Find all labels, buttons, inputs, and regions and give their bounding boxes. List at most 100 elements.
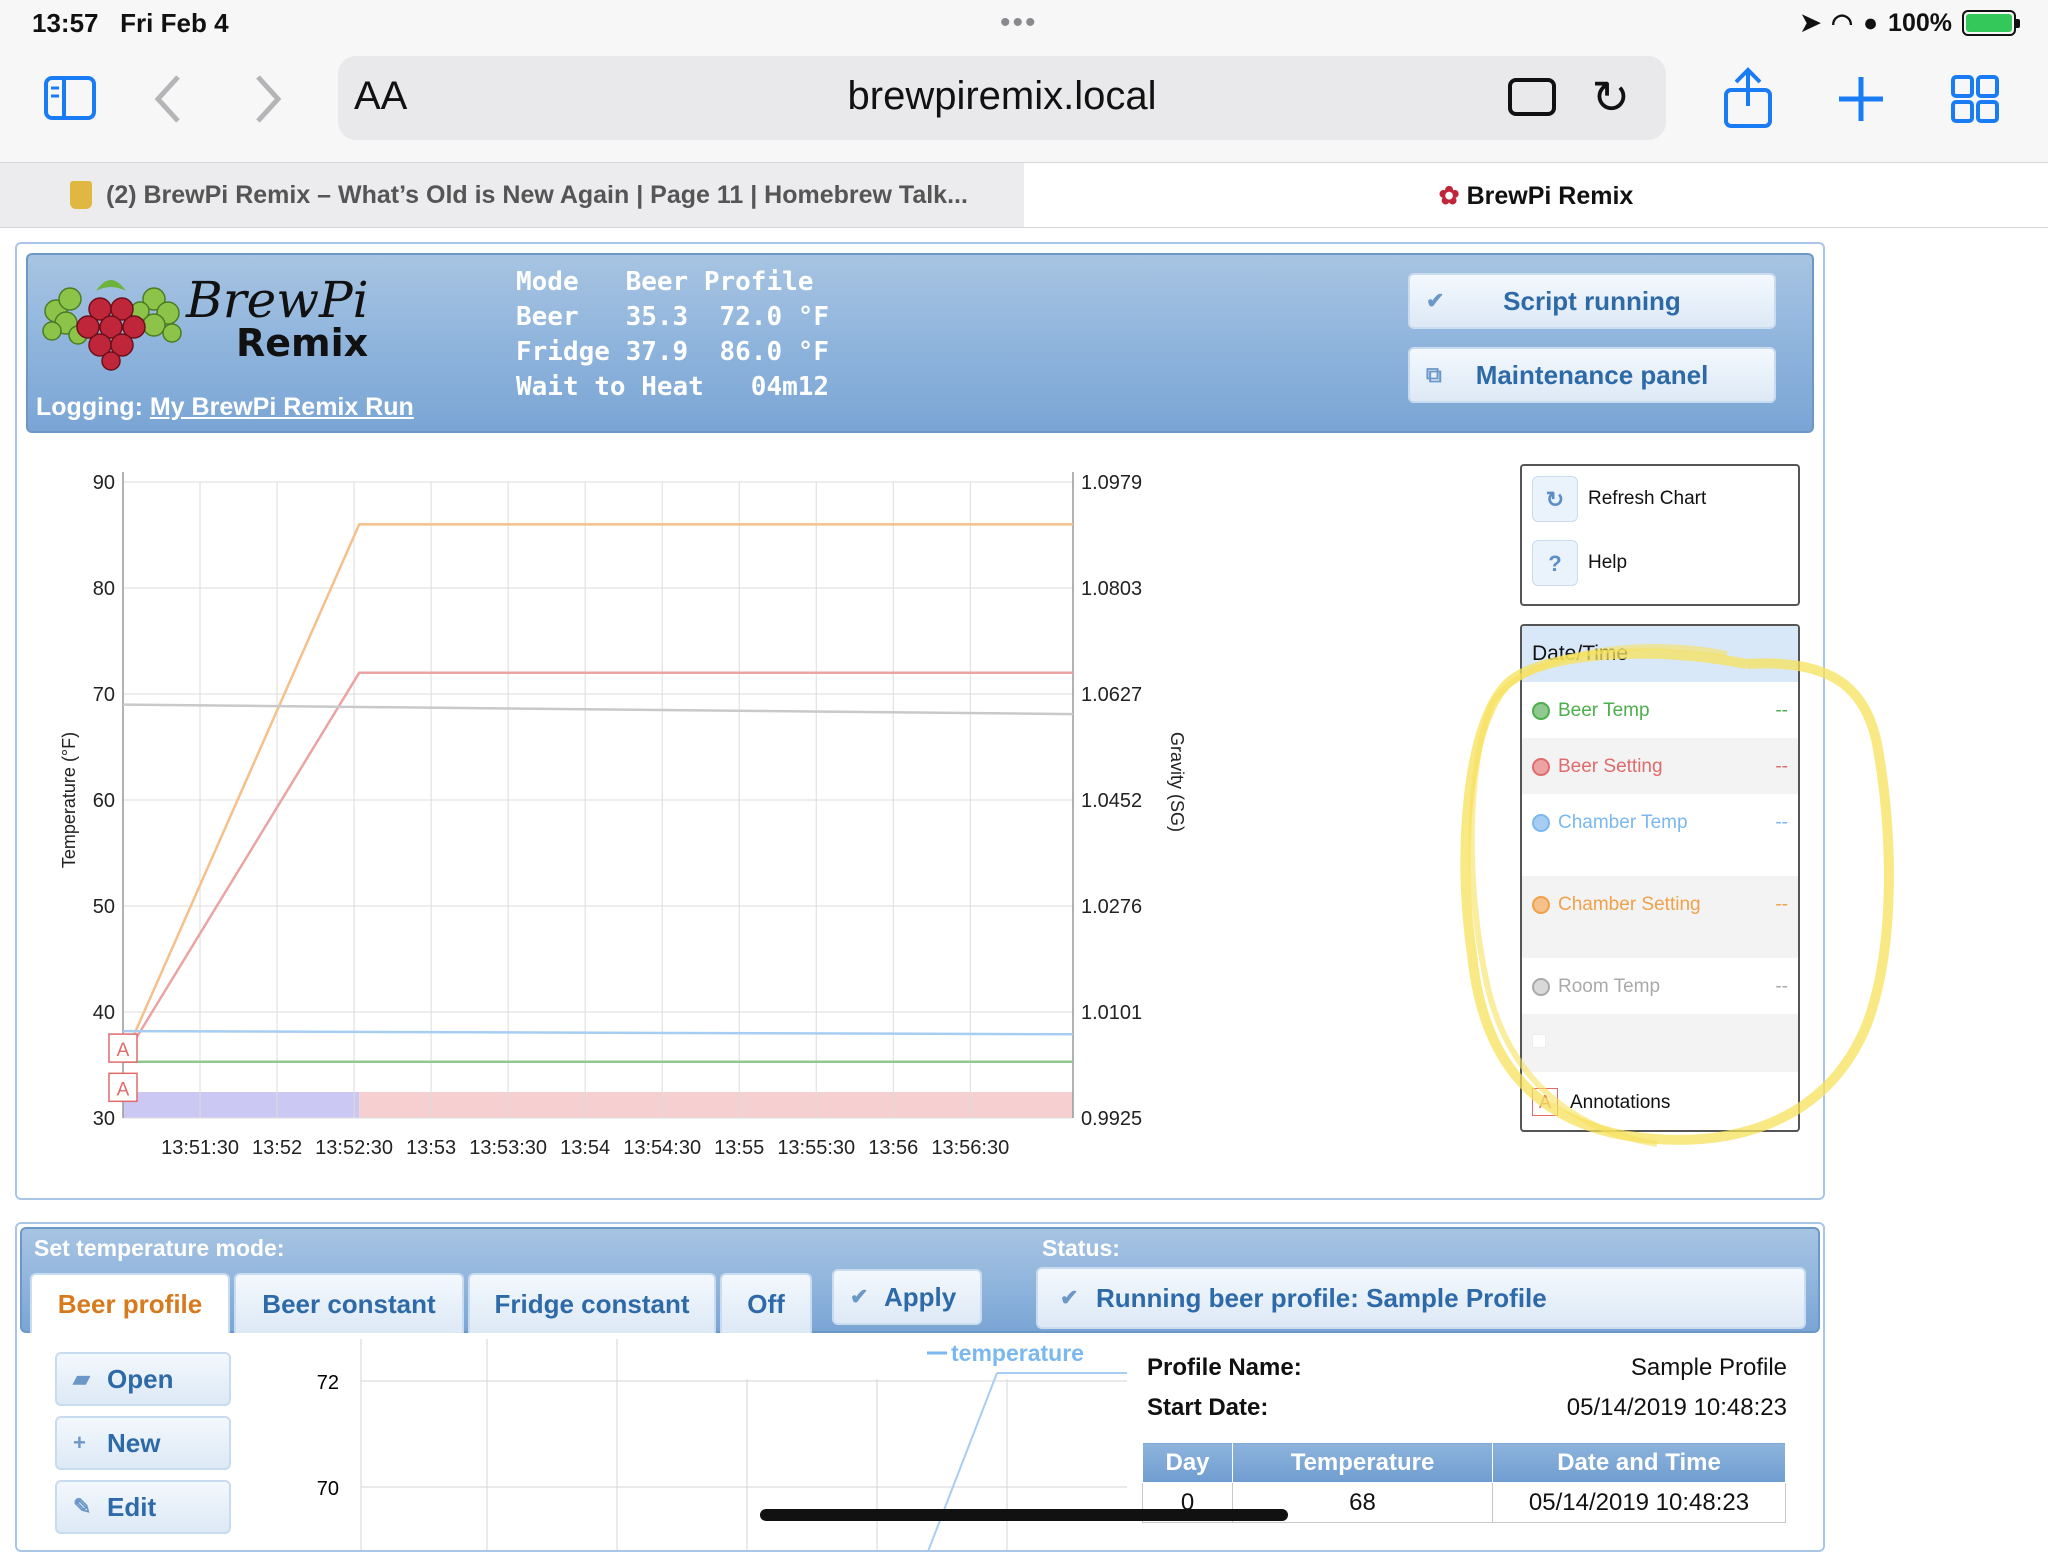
wrench-icon: ✎ — [73, 1494, 92, 1519]
address-bar[interactable]: AA brewpiremix.local ↻ — [338, 56, 1666, 140]
start-date: 05/14/2019 10:48:23 — [1566, 1394, 1787, 1421]
location-icon: ➤ — [1800, 9, 1822, 37]
legend-item-room-temp[interactable]: Room Temp -- — [1522, 958, 1798, 1014]
series-dot-icon — [1532, 758, 1550, 776]
url-text[interactable]: brewpiremix.local — [338, 74, 1666, 119]
ios-status-bar: 13:57 Fri Feb 4 ••• ➤ ◠ ● 100% — [0, 0, 2048, 50]
y-tick-label: 80 — [93, 578, 115, 600]
set-mode-label: Set temperature mode: — [34, 1235, 285, 1261]
series-dot-icon — [1532, 978, 1550, 996]
y-tick-label: 50 — [93, 896, 115, 918]
profile-y-tick: 72 — [317, 1372, 339, 1394]
refresh-chart-button[interactable]: ↻ Refresh Chart — [1532, 476, 1706, 522]
legend-item-empty — [1522, 1014, 1798, 1072]
window-icon: ⧉ — [1426, 362, 1442, 387]
tab-homebrew-talk[interactable]: (2) BrewPi Remix – What’s Old is New Aga… — [0, 163, 1024, 227]
help-button[interactable]: ? Help — [1532, 540, 1627, 586]
battery-percent: 100% — [1888, 8, 1952, 37]
beer-favicon-icon — [70, 181, 92, 209]
mode-bar: Set temperature mode: Status: Beer profi… — [20, 1227, 1820, 1333]
legend-item-annotations[interactable]: A Annotations — [1522, 1072, 1798, 1130]
x-tick-label: 13:52:30 — [315, 1137, 393, 1159]
status-label: Status: — [1042, 1235, 1120, 1261]
check-icon: ✔ — [1060, 1285, 1079, 1310]
x-tick-label: 13:53:30 — [469, 1137, 547, 1159]
y2-tick-label: 1.0803 — [1081, 578, 1142, 600]
tab-beer-profile[interactable]: Beer profile — [30, 1273, 230, 1333]
series-line-room-temp — [122, 703, 1074, 716]
annotation-marker-icon: A — [1532, 1088, 1558, 1116]
new-tab-icon[interactable] — [1836, 74, 1886, 124]
checkbox-icon[interactable] — [1532, 1034, 1546, 1048]
tab-overview-icon[interactable] — [1950, 74, 2000, 124]
apply-button[interactable]: ✔ Apply — [832, 1269, 982, 1325]
annotation-marker: A — [108, 1033, 138, 1063]
tab-beer-constant[interactable]: Beer constant — [234, 1273, 464, 1333]
script-running-button[interactable]: ✔ Script running — [1408, 273, 1776, 329]
check-icon: ✔ — [850, 1284, 869, 1309]
legend-datetime: Date/Time — [1522, 626, 1798, 682]
legend-item-beer-temp[interactable]: Beer Temp -- — [1522, 682, 1798, 738]
x-tick-label: 13:55:30 — [777, 1137, 855, 1159]
tab-title: (2) BrewPi Remix – What’s Old is New Aga… — [106, 181, 968, 209]
y-tick-label: 30 — [93, 1108, 115, 1130]
reload-icon[interactable]: ↻ — [1591, 70, 1630, 124]
brewpi-header: BrewPi Remix Logging: My BrewPi Remix Ru… — [26, 253, 1814, 433]
lcd-display: Mode Beer Profile Beer 35.3 72.0 °F Fridge… — [516, 265, 829, 405]
y2-tick-label: 1.0452 — [1081, 790, 1142, 812]
y2-tick-label: 1.0276 — [1081, 896, 1142, 918]
tab-brewpi-remix[interactable]: ✿ BrewPi Remix — [1024, 163, 2048, 227]
start-date-label: Start Date: — [1147, 1394, 1269, 1421]
extension-icon[interactable] — [1508, 78, 1556, 116]
multitasking-dots-icon[interactable]: ••• — [1000, 6, 1038, 40]
status-indicators: ➤ ◠ ● 100% — [1800, 8, 2020, 38]
annotation-label: A — [117, 1040, 130, 1061]
state-band — [359, 1092, 1074, 1118]
profile-info: Profile Name: Sample Profile Start Date: 0… — [1147, 1354, 1797, 1434]
back-icon[interactable] — [152, 74, 182, 124]
logging-link[interactable]: My BrewPi Remix Run — [150, 393, 414, 421]
legend-item-beer-setting[interactable]: Beer Setting -- — [1522, 738, 1798, 794]
x-tick-label: 13:54:30 — [623, 1137, 701, 1159]
y2-axis-title: Gravity (SG) — [1167, 732, 1187, 832]
wifi-icon: ◠ — [1831, 9, 1853, 37]
folder-icon: ▰ — [73, 1366, 90, 1391]
legend-item-chamber-setting[interactable]: Chamber Setting -- — [1522, 876, 1798, 958]
y2-tick-label: 1.0101 — [1081, 1002, 1142, 1024]
x-tick-label: 13:56:30 — [931, 1137, 1009, 1159]
forward-icon[interactable] — [254, 74, 284, 124]
edit-profile-button[interactable]: ✎ Edit — [55, 1480, 231, 1534]
control-panel: Set temperature mode: Status: Beer profi… — [15, 1222, 1825, 1552]
tab-fridge-constant[interactable]: Fridge constant — [468, 1273, 716, 1333]
lcd-line: Mode Beer Profile — [516, 267, 814, 297]
x-tick-label: 13:53 — [406, 1137, 456, 1159]
lcd-line: Fridge 37.9 86.0 °F — [516, 337, 830, 367]
table-cell: 05/14/2019 10:48:23 — [1492, 1482, 1786, 1523]
web-page: BrewPi Remix Logging: My BrewPi Remix Ru… — [0, 229, 2048, 1552]
tab-off[interactable]: Off — [720, 1273, 812, 1333]
help-icon: ? — [1532, 540, 1578, 586]
status-time: 13:57 Fri Feb 4 — [32, 8, 229, 38]
raspberry-favicon-icon: ✿ — [1438, 182, 1460, 210]
y-tick-label: 60 — [93, 790, 115, 812]
status-message: ✔ Running beer profile: Sample Profile — [1036, 1267, 1806, 1329]
logging-info: Logging: My BrewPi Remix Run — [36, 393, 414, 421]
y-tick-label: 90 — [93, 472, 115, 494]
state-band — [123, 1092, 360, 1118]
y-axis-title: Temperature (°F) — [59, 732, 79, 868]
plus-icon: + — [73, 1430, 86, 1455]
y2-tick-label: 1.0979 — [1081, 472, 1142, 494]
y-tick-label: 70 — [93, 684, 115, 706]
profile-legend: temperature — [951, 1340, 1084, 1366]
new-profile-button[interactable]: + New — [55, 1416, 231, 1470]
sidebar-icon[interactable] — [44, 76, 96, 120]
share-icon[interactable] — [1722, 66, 1774, 130]
legend-item-chamber-temp[interactable]: Chamber Temp -- — [1522, 794, 1798, 876]
y-tick-label: 40 — [93, 1002, 115, 1024]
temperature-chart[interactable]: 30 0.9925 40 1.0101 50 1.0276 60 1.0452 70 1.0627… — [35, 458, 1515, 1178]
x-tick-label: 13:52 — [252, 1137, 302, 1159]
open-profile-button[interactable]: ▰ Open — [55, 1352, 231, 1406]
brewpi-remix-logo: BrewPi Remix — [42, 271, 369, 371]
refresh-icon: ↻ — [1532, 476, 1578, 522]
maintenance-panel-button[interactable]: ⧉ Maintenance panel — [1408, 347, 1776, 403]
